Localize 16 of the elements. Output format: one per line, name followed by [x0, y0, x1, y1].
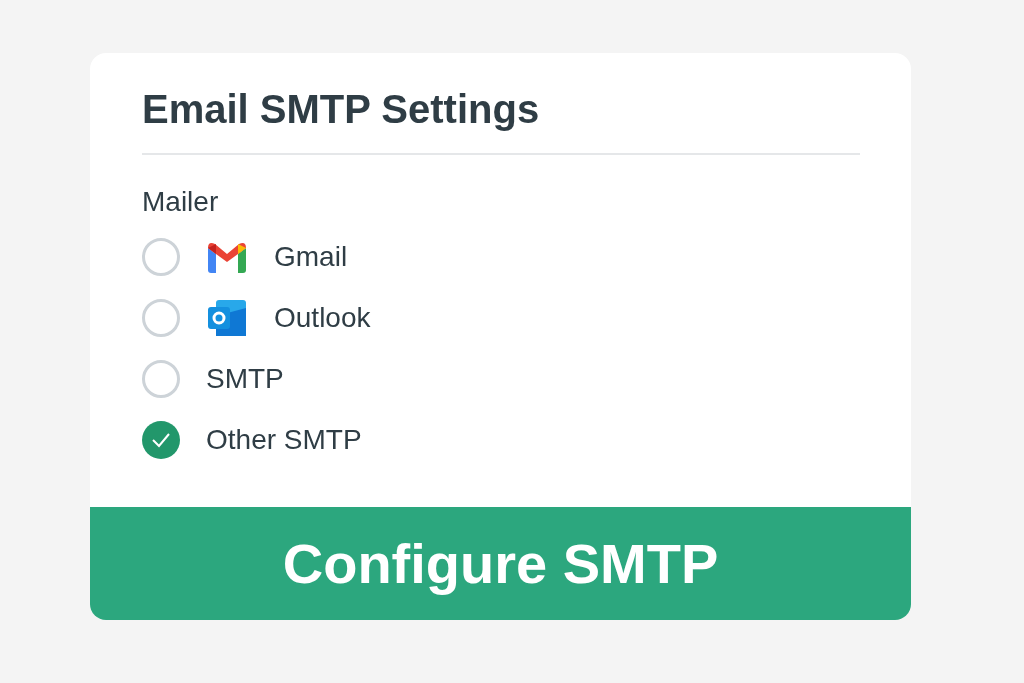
- option-label: Gmail: [274, 239, 348, 274]
- radio-option[interactable]: SMTP: [142, 359, 859, 398]
- option-label: Outlook: [274, 300, 371, 335]
- envelope-o-icon: [206, 297, 248, 338]
- option-label: Other SMTP: [206, 422, 362, 457]
- radio-button[interactable]: [142, 420, 180, 459]
- radio-option[interactable]: Gmail: [142, 237, 859, 276]
- radio-button[interactable]: [142, 359, 180, 398]
- checkmark-icon: [151, 431, 171, 448]
- card-title: Email SMTP Settings: [142, 86, 541, 133]
- radio-option[interactable]: Outlook: [142, 298, 859, 337]
- radio-button[interactable]: [142, 237, 180, 276]
- radio-option[interactable]: Other SMTP: [142, 420, 859, 459]
- field-label: Mailer: [142, 185, 220, 219]
- radio-button[interactable]: [142, 298, 180, 337]
- option-label: SMTP: [206, 361, 284, 396]
